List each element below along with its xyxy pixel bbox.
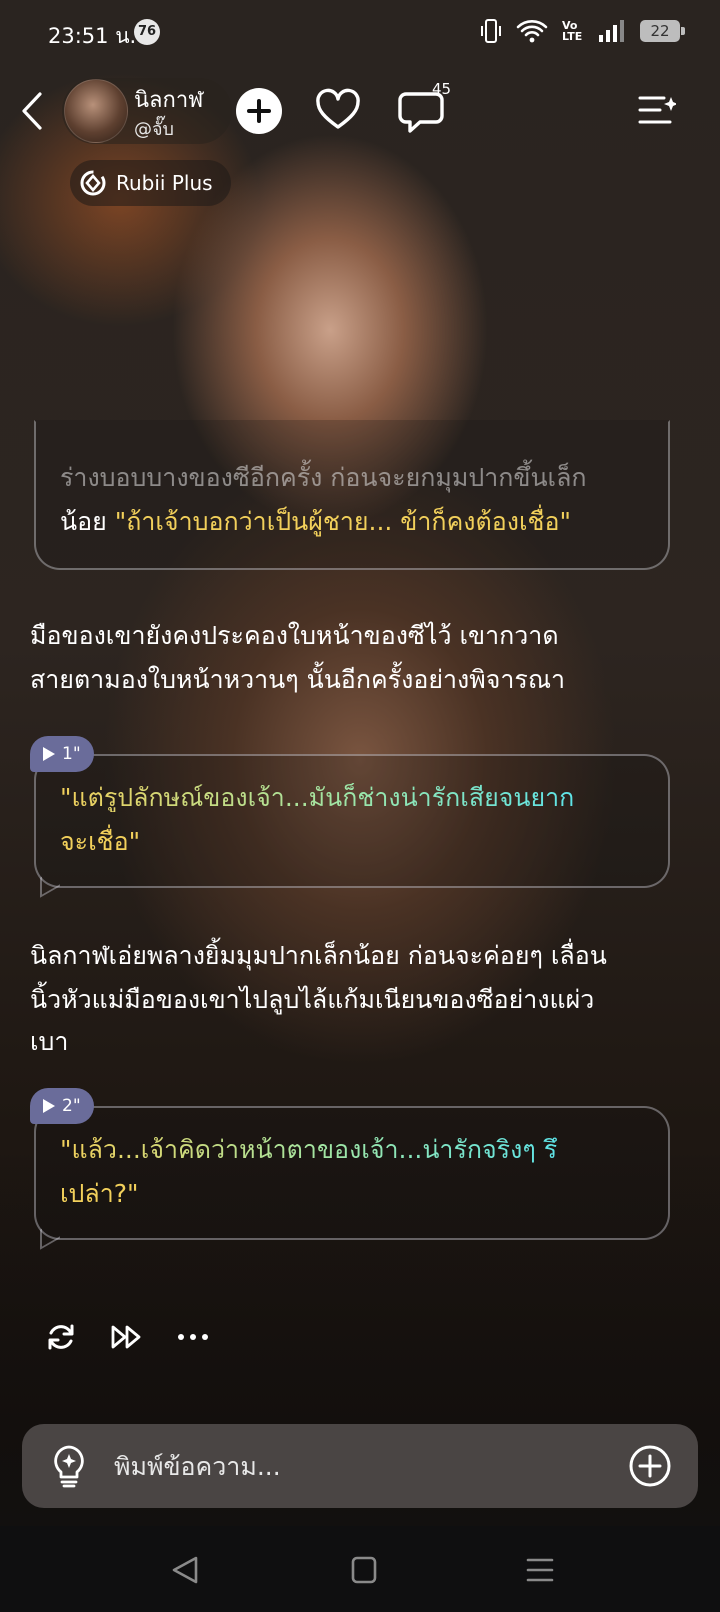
character-name[interactable]: นิลกาฬ	[134, 82, 203, 117]
previous-narration-line: ร่างบอบบางของซีอีกครั้ง ก่อนจะยกมุมปากขึ…	[60, 463, 587, 492]
voice-duration: 2"	[62, 1096, 81, 1116]
follow-button[interactable]	[236, 88, 282, 134]
status-time: 23:51 น.	[48, 24, 137, 48]
message-actions	[44, 1320, 210, 1354]
narration-line: นิ้วหัวแม่มือของเขาไปลูบไล้แก้มเนียนของซ…	[30, 985, 595, 1014]
speech-line: เปล่า?"	[60, 1179, 139, 1208]
speech-line: "แล้ว...เจ้าคิดว่าหน้าตาของเจ้า...น่ารัก…	[60, 1128, 557, 1172]
speech-line: "แต่รูปลักษณ์ของเจ้า...มันก็ช่างน่ารักเส…	[60, 776, 574, 820]
message-input[interactable]	[112, 1442, 616, 1490]
chat-header: นิลกาฬ @จั๊บ 45	[0, 72, 720, 152]
lightbulb-icon[interactable]	[48, 1444, 90, 1488]
play-icon	[43, 747, 55, 761]
continue-button[interactable]	[110, 1320, 144, 1354]
narration-line: เบา	[30, 1027, 69, 1056]
nav-back-icon[interactable]	[166, 1552, 206, 1588]
narration-line: มือของเขายังคงประคองใบหน้าของซีไว้ เขากว…	[30, 621, 559, 650]
nav-recents-icon[interactable]	[520, 1552, 560, 1588]
back-arrow-icon[interactable]	[14, 86, 50, 136]
previous-narration-text: น้อย	[60, 507, 115, 536]
message-composer	[22, 1424, 698, 1508]
previous-narration-line-2: น้อย "ถ้าเจ้าบอกว่าเป็นผู้ชาย... ข้าก็คง…	[60, 500, 571, 544]
speech-line-text: "แต่รูปลักษณ์ของเจ้า...มันก็ช่างน่ารักเส…	[60, 783, 575, 812]
plus-circle-icon[interactable]	[628, 1444, 672, 1488]
voice-play-button[interactable]: 1"	[30, 736, 94, 772]
battery-indicator: 22	[640, 20, 685, 42]
vibrate-icon	[481, 19, 501, 43]
voice-play-button[interactable]: 2"	[30, 1088, 94, 1124]
avatar[interactable]	[64, 79, 128, 143]
comment-count: 45	[432, 80, 452, 98]
speech-line-text: "แล้ว...เจ้าคิดว่าหน้าตาของเจ้า...น่ารัก…	[60, 1135, 558, 1164]
narration-line: สายตามองใบหน้าหวานๆ นั้นอีกครั้งอย่างพิจ…	[30, 665, 566, 694]
notification-badge: 76	[134, 19, 160, 45]
speech-line: จะเชื่อ"	[60, 827, 141, 856]
refresh-icon	[48, 1324, 74, 1350]
play-icon	[43, 1099, 55, 1113]
fast-forward-icon	[111, 1325, 141, 1349]
rubii-plus-label: Rubii Plus	[116, 171, 213, 195]
status-bar: 23:51 น. 76 Vo LTE 22	[0, 0, 720, 66]
network-type-label: Vo LTE	[562, 19, 583, 43]
signal-icon	[599, 20, 624, 42]
nav-home-icon[interactable]	[344, 1552, 384, 1588]
status-icons: Vo LTE 22	[480, 18, 685, 44]
narration-line: นิลกาฬเอ่ยพลางยิ้มมุมปากเล็กน้อย ก่อนจะค…	[30, 941, 607, 970]
wifi-icon	[516, 20, 548, 43]
creator-handle[interactable]: @จั๊บ	[134, 114, 174, 143]
system-navigation-bar	[0, 1526, 720, 1612]
heart-icon[interactable]	[314, 86, 362, 134]
plus-icon	[247, 99, 271, 123]
menu-sparkle-icon[interactable]	[636, 90, 676, 130]
rubii-plus-icon	[80, 170, 106, 196]
rubii-plus-badge[interactable]: Rubii Plus	[70, 160, 231, 206]
more-options-button[interactable]	[176, 1320, 210, 1354]
voice-duration: 1"	[62, 744, 81, 764]
regenerate-button[interactable]	[44, 1320, 78, 1354]
more-dots-icon	[178, 1334, 208, 1340]
previous-speech-text: "ถ้าเจ้าบอกว่าเป็นผู้ชาย... ข้าก็คงต้องเ…	[114, 507, 571, 536]
